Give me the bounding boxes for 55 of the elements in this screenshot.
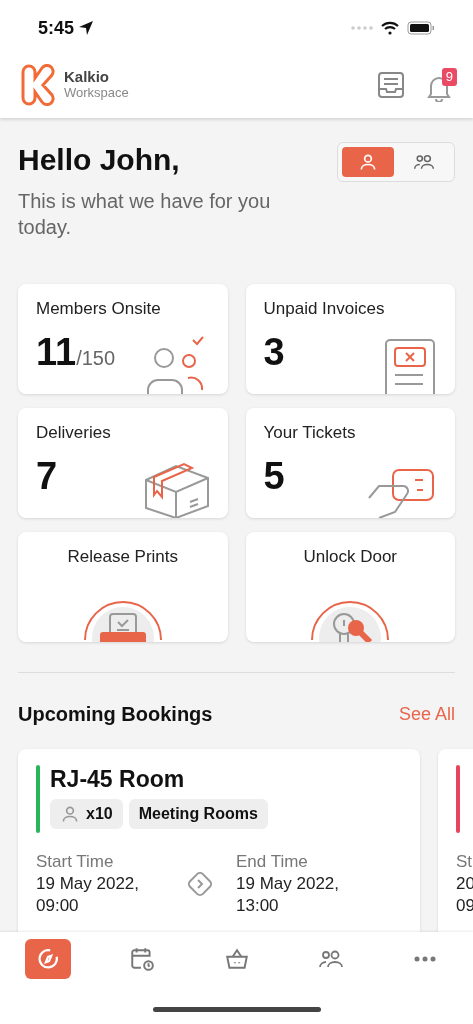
person-icon xyxy=(358,152,378,172)
wifi-icon xyxy=(381,21,399,35)
stat-value: 7 xyxy=(36,454,58,498)
inbox-button[interactable] xyxy=(377,71,405,99)
bell-icon xyxy=(427,74,451,102)
print-tray-icon xyxy=(82,598,163,642)
stat-value: 11 xyxy=(36,330,77,374)
start-time-value: 09:00 xyxy=(36,895,80,917)
person-icon xyxy=(60,804,80,824)
stat-value: 3 xyxy=(263,330,285,374)
booking-title: RJ-45 Room xyxy=(50,765,186,793)
basket-icon xyxy=(223,946,250,972)
stat-label: Members Onsite xyxy=(36,298,162,320)
category-chip: Meeting Rooms xyxy=(128,799,268,829)
stat-card[interactable]: Your Tickets 5 xyxy=(245,408,455,518)
battery-icon xyxy=(407,21,435,35)
inbox-icon xyxy=(377,71,405,99)
stat-label: Unpaid Invoices xyxy=(263,298,386,320)
people-icon xyxy=(413,152,435,172)
action-card[interactable]: Release Prints xyxy=(18,532,228,642)
capacity-value: x10 xyxy=(86,804,113,824)
tab-bar-item[interactable] xyxy=(25,939,71,979)
stat-card[interactable]: Members Onsite 11/150 xyxy=(18,284,228,394)
key-icon xyxy=(310,598,391,642)
signal-icon xyxy=(351,26,373,30)
brand-subtitle: Workspace xyxy=(64,85,129,101)
logo-icon xyxy=(20,64,56,106)
status-time: 5:45 xyxy=(38,16,75,40)
invoice-illustration xyxy=(383,338,437,394)
stat-card[interactable]: Deliveries 7 xyxy=(18,408,228,518)
end-time-label: End Time xyxy=(236,851,309,873)
greeting-subtitle: This is what we have for you today. xyxy=(18,189,272,240)
compass-icon xyxy=(35,946,61,972)
action-card[interactable]: Unlock Door xyxy=(245,532,455,642)
stat-total: /150 xyxy=(76,347,116,371)
section-title: Upcoming Bookings xyxy=(18,702,213,727)
notification-badge: 9 xyxy=(441,68,457,86)
stat-label: Deliveries xyxy=(36,422,112,444)
brand-name: Kalkio xyxy=(64,69,110,85)
personal-view-tab[interactable] xyxy=(342,147,394,177)
greeting-title: Hello John, xyxy=(18,142,181,178)
more-icon xyxy=(414,956,436,962)
end-time-value: 13:00 xyxy=(236,895,280,917)
start-time-label: St xyxy=(456,851,473,873)
start-time-label: Start Time xyxy=(36,851,115,873)
stat-label: Your Tickets xyxy=(263,422,357,444)
stat-value: 5 xyxy=(263,454,285,498)
chevron-right-icon xyxy=(186,870,214,898)
end-time-value: 19 May 2022, xyxy=(236,873,339,895)
calendar-clock-icon xyxy=(129,946,156,972)
stat-card[interactable]: Unpaid Invoices 3 xyxy=(245,284,455,394)
start-time-value: 19 May 2022, xyxy=(36,873,140,895)
location-arrow-icon xyxy=(78,20,95,36)
ticket-hand-illustration xyxy=(367,468,437,518)
booking-card[interactable]: RJ-45 Room x10 Meeting Rooms Start Time 19 May 2022, 09:00 End Time 19 May 2022, 13:00 xyxy=(18,749,420,932)
